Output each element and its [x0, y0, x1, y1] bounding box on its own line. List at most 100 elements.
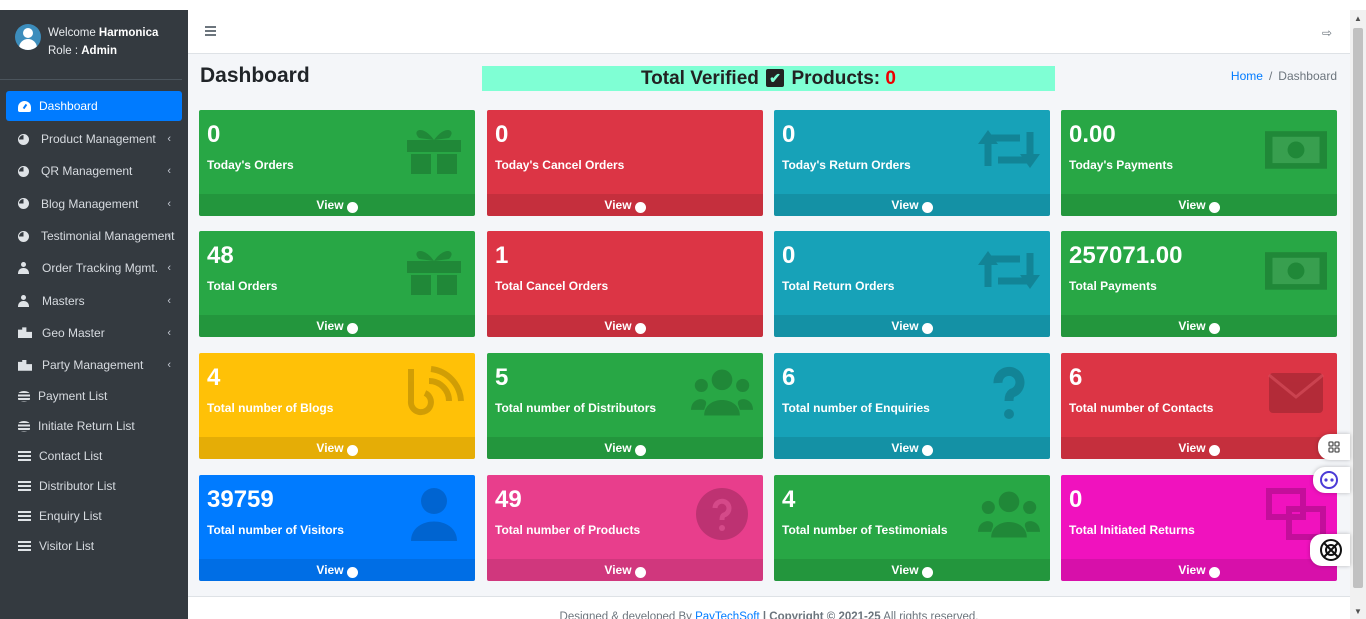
scrollbar-thumb[interactable] [1353, 28, 1363, 588]
envelope-icon [1268, 373, 1324, 413]
view-link[interactable]: View ➜ [199, 194, 475, 216]
stat-card: 0.00 Today's Payments View ➜ [1061, 110, 1337, 216]
pie-chart-icon [18, 133, 29, 145]
money-bill-icon [1265, 252, 1327, 290]
view-label: View [1178, 563, 1206, 577]
pie-chart-icon [18, 230, 29, 242]
widget-ai-button[interactable] [1310, 534, 1350, 566]
stat-label: Total number of Visitors [207, 523, 344, 537]
breadcrumb-home-link[interactable]: Home [1231, 69, 1263, 83]
arrow-circle-right-icon: ➜ [346, 445, 358, 456]
banner-prefix: Total Verified [640, 68, 759, 89]
sign-out-icon[interactable]: ⇨ [1322, 26, 1332, 40]
arrow-circle-right-icon: ➜ [346, 567, 358, 578]
verified-products-banner: Total Verified ✔ Products: 0 [482, 66, 1055, 91]
view-link[interactable]: View ➜ [1061, 559, 1337, 581]
stat-value: 0.00 [1069, 121, 1116, 148]
app-root: Welcome Harmonica Role : Admin Dashboard… [0, 0, 1366, 619]
view-link[interactable]: View ➜ [487, 559, 763, 581]
footer-suffix: All rights reserved. [883, 611, 979, 619]
breadcrumb-current: Dashboard [1278, 69, 1337, 83]
view-link[interactable]: View ➜ [199, 559, 475, 581]
sidebar-item-enquiry-list[interactable]: Enquiry List [0, 501, 188, 531]
blog-icon [407, 366, 464, 416]
pie-chart-icon [18, 198, 29, 210]
sidebar-item-contact-list[interactable]: Contact List [0, 441, 188, 471]
sidebar-item-distributor-list[interactable]: Distributor List [0, 471, 188, 501]
scroll-up-icon[interactable]: ▲ [1354, 14, 1362, 23]
stat-label: Total number of Testimonials [782, 523, 948, 537]
view-link[interactable]: View ➜ [774, 315, 1050, 337]
widget-apps-button[interactable] [1318, 434, 1350, 460]
view-link[interactable]: View ➜ [1061, 194, 1337, 216]
view-link[interactable]: View ➜ [487, 194, 763, 216]
sidebar-item-label: Contact List [39, 449, 103, 464]
sidebar-item-label: Payment List [38, 389, 108, 404]
sidebar-item-qr-management[interactable]: QR Management ‹ [0, 155, 188, 187]
view-link[interactable]: View ➜ [199, 315, 475, 337]
view-link[interactable]: View ➜ [1061, 315, 1337, 337]
view-label: View [891, 198, 919, 212]
sidebar-item-testimonial-management[interactable]: Testimonial Management ‹ [0, 220, 188, 252]
sidebar-item-label: Masters [42, 293, 85, 308]
sidebar-item-payment-list[interactable]: Payment List [0, 381, 188, 411]
question-circle-icon [696, 488, 748, 540]
pie-chart-icon [18, 165, 29, 177]
stat-value: 4 [782, 486, 796, 513]
arrow-circle-right-icon: ➜ [1208, 567, 1220, 578]
view-link[interactable]: View ➜ [774, 194, 1050, 216]
gift-icon [407, 129, 461, 174]
sidebar-item-dashboard[interactable]: Dashboard [6, 91, 182, 121]
stat-label: Total Initiated Returns [1069, 523, 1195, 537]
chevron-left-icon: ‹ [167, 326, 171, 339]
page-scrollbar[interactable]: ▲ ▼ [1350, 10, 1366, 619]
sidebar-item-geo-master[interactable]: Geo Master ‹ [0, 317, 188, 349]
object-ungroup-icon [1266, 488, 1326, 540]
stat-card: 4 Total number of Testimonials View ➜ [774, 475, 1050, 581]
hamburger-icon[interactable] [205, 26, 216, 36]
footer-brand-link[interactable]: PayTechSoft [695, 611, 760, 619]
footer-copyright: | Copyright © 2021-25 [762, 611, 881, 619]
view-link[interactable]: View ➜ [1061, 437, 1337, 459]
users-icon [978, 491, 1040, 538]
database-icon [18, 390, 30, 402]
user-panel[interactable]: Welcome Harmonica Role : Admin [0, 10, 182, 80]
chevron-left-icon: ‹ [167, 262, 171, 275]
chevron-left-icon: ‹ [167, 133, 171, 146]
sidebar-nav: Dashboard Product Management ‹ QR Managemen… [0, 80, 188, 561]
sidebar-item-party-management[interactable]: Party Management ‹ [0, 349, 188, 381]
sidebar-item-masters[interactable]: Masters ‹ [0, 284, 188, 316]
stat-label: Today's Return Orders [782, 158, 911, 172]
view-link[interactable]: View ➜ [774, 559, 1050, 581]
view-label: View [316, 319, 344, 333]
top-navbar: ⇨ [188, 10, 1350, 54]
banner-suffix: Products: [791, 68, 881, 89]
stat-label: Total number of Distributors [495, 401, 657, 415]
sidebar-item-label: QR Management [41, 164, 133, 179]
sidebar-item-product-management[interactable]: Product Management ‹ [0, 123, 188, 155]
view-link[interactable]: View ➜ [487, 437, 763, 459]
view-link[interactable]: View ➜ [487, 315, 763, 337]
arrow-circle-right-icon: ➜ [1208, 323, 1220, 334]
stat-card: 0 Total Return Orders View ➜ [774, 231, 1050, 337]
stat-label: Total Payments [1069, 279, 1157, 293]
view-link[interactable]: View ➜ [774, 437, 1050, 459]
sidebar-item-order-tracking-mgmt[interactable]: Order Tracking Mgmt. ‹ [0, 252, 188, 284]
view-label: View [604, 319, 632, 333]
footer-prefix: Designed & developed By [559, 611, 692, 619]
stat-card: 4 Total number of Blogs View ➜ [199, 353, 475, 459]
sidebar-item-visitor-list[interactable]: Visitor List [0, 531, 188, 561]
view-label: View [316, 198, 344, 212]
sidebar-item-initiate-return-list[interactable]: Initiate Return List [0, 411, 188, 441]
view-label: View [1178, 319, 1206, 333]
widget-bot-button[interactable] [1313, 467, 1350, 493]
sidebar-item-blog-management[interactable]: Blog Management ‹ [0, 188, 188, 220]
sidebar: Welcome Harmonica Role : Admin Dashboard… [0, 10, 188, 619]
view-link[interactable]: View ➜ [199, 437, 475, 459]
scroll-down-icon[interactable]: ▼ [1354, 607, 1362, 616]
user-role: Admin [81, 45, 118, 57]
sidebar-item-label: Product Management [41, 132, 156, 147]
question-icon [993, 367, 1025, 419]
stat-label: Today's Payments [1069, 158, 1174, 172]
welcome-text: Welcome [48, 27, 96, 39]
